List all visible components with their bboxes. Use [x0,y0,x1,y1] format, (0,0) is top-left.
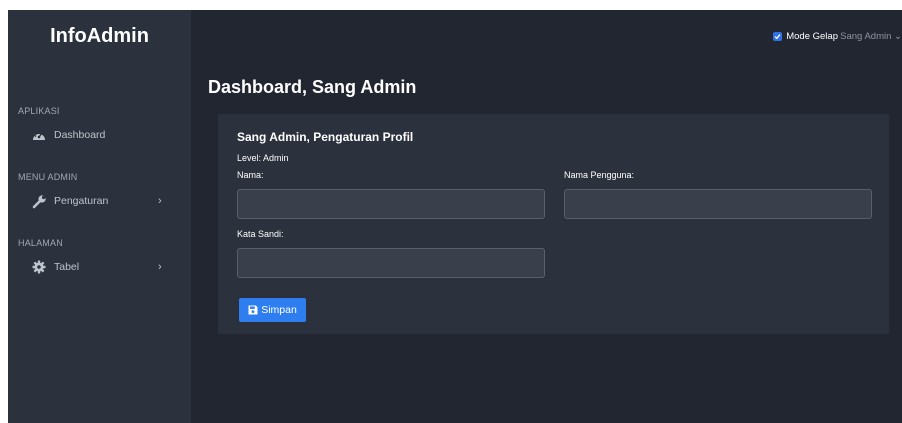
user-menu[interactable]: Sang Admin ⌄ [840,31,902,42]
save-button-label: Simpan [261,304,297,316]
level-text: Level: Admin [237,153,289,163]
sidebar-heading-menu-admin: MENU ADMIN [18,172,78,182]
profile-settings-card: Sang Admin, Pengaturan Profil Level: Adm… [218,114,889,334]
checkmark-icon [774,34,781,40]
tachometer-icon [31,127,47,143]
password-label: Kata Sandi: [237,229,284,239]
username-label: Nama Pengguna: [564,170,635,180]
dark-mode-label: Mode Gelap [786,31,838,42]
chevron-right-icon: › [158,195,162,207]
app-frame: InfoAdmin APLIKASI Dashboard MENU ADMIN [8,10,902,423]
dark-mode-toggle[interactable]: Mode Gelap [773,31,838,42]
sidebar-heading-aplikasi: APLIKASI [18,106,60,116]
dark-mode-checkbox[interactable] [773,32,783,41]
username-input[interactable] [564,189,872,219]
gear-icon [31,259,47,275]
user-name: Sang Admin [840,31,892,42]
card-title: Sang Admin, Pengaturan Profil [237,130,414,144]
brand-logo[interactable]: InfoAdmin [8,10,191,62]
sidebar-item-tabel[interactable]: Tabel › [8,256,191,278]
floppy-disk-icon [248,305,258,315]
sidebar-item-label: Dashboard [54,129,106,141]
sidebar-item-dashboard[interactable]: Dashboard [8,124,191,146]
topbar: Mode Gelap Sang Admin ⌄ [191,10,902,62]
sidebar-item-label: Tabel [54,261,80,273]
sidebar: InfoAdmin APLIKASI Dashboard MENU ADMIN [8,10,191,423]
page-title: Dashboard, Sang Admin [208,77,417,97]
chevron-right-icon: › [158,261,162,273]
save-button[interactable]: Simpan [239,298,306,322]
chevron-down-icon: ⌄ [894,31,902,42]
sidebar-item-label: Pengaturan [54,195,109,207]
name-label: Nama: [237,170,264,180]
password-input[interactable] [237,248,545,278]
name-input[interactable] [237,189,545,219]
sidebar-heading-halaman: HALAMAN [18,238,63,248]
sidebar-item-pengaturan[interactable]: Pengaturan › [8,190,191,212]
wrench-icon [31,193,47,209]
